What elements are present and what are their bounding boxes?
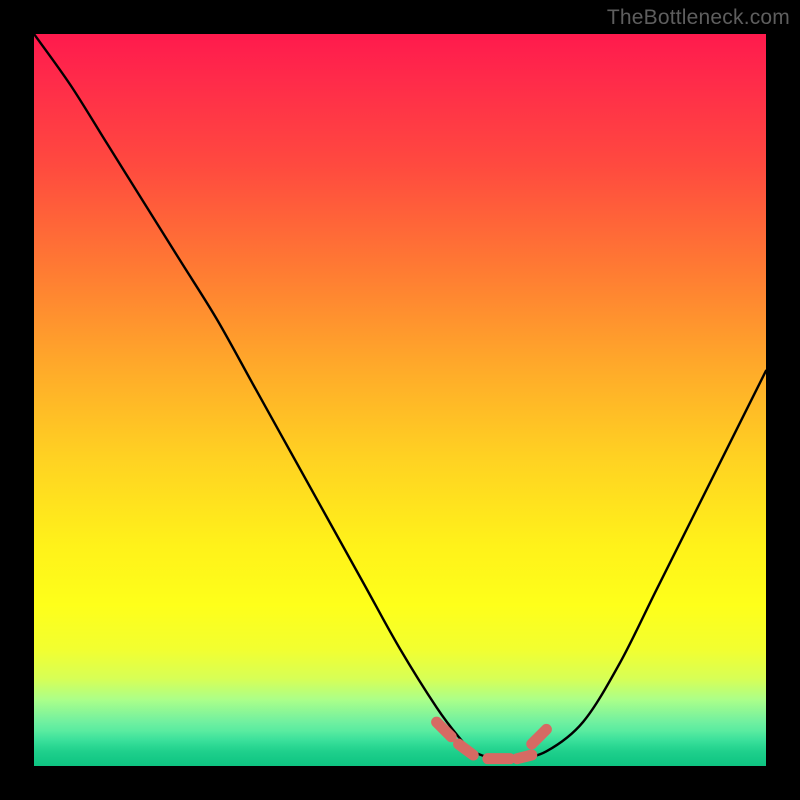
bottleneck-curve	[34, 34, 766, 760]
plot-area	[34, 34, 766, 766]
minimum-marker	[437, 722, 547, 759]
curve-layer	[34, 34, 766, 766]
watermark-text: TheBottleneck.com	[607, 6, 790, 30]
chart-frame: TheBottleneck.com	[0, 0, 800, 800]
